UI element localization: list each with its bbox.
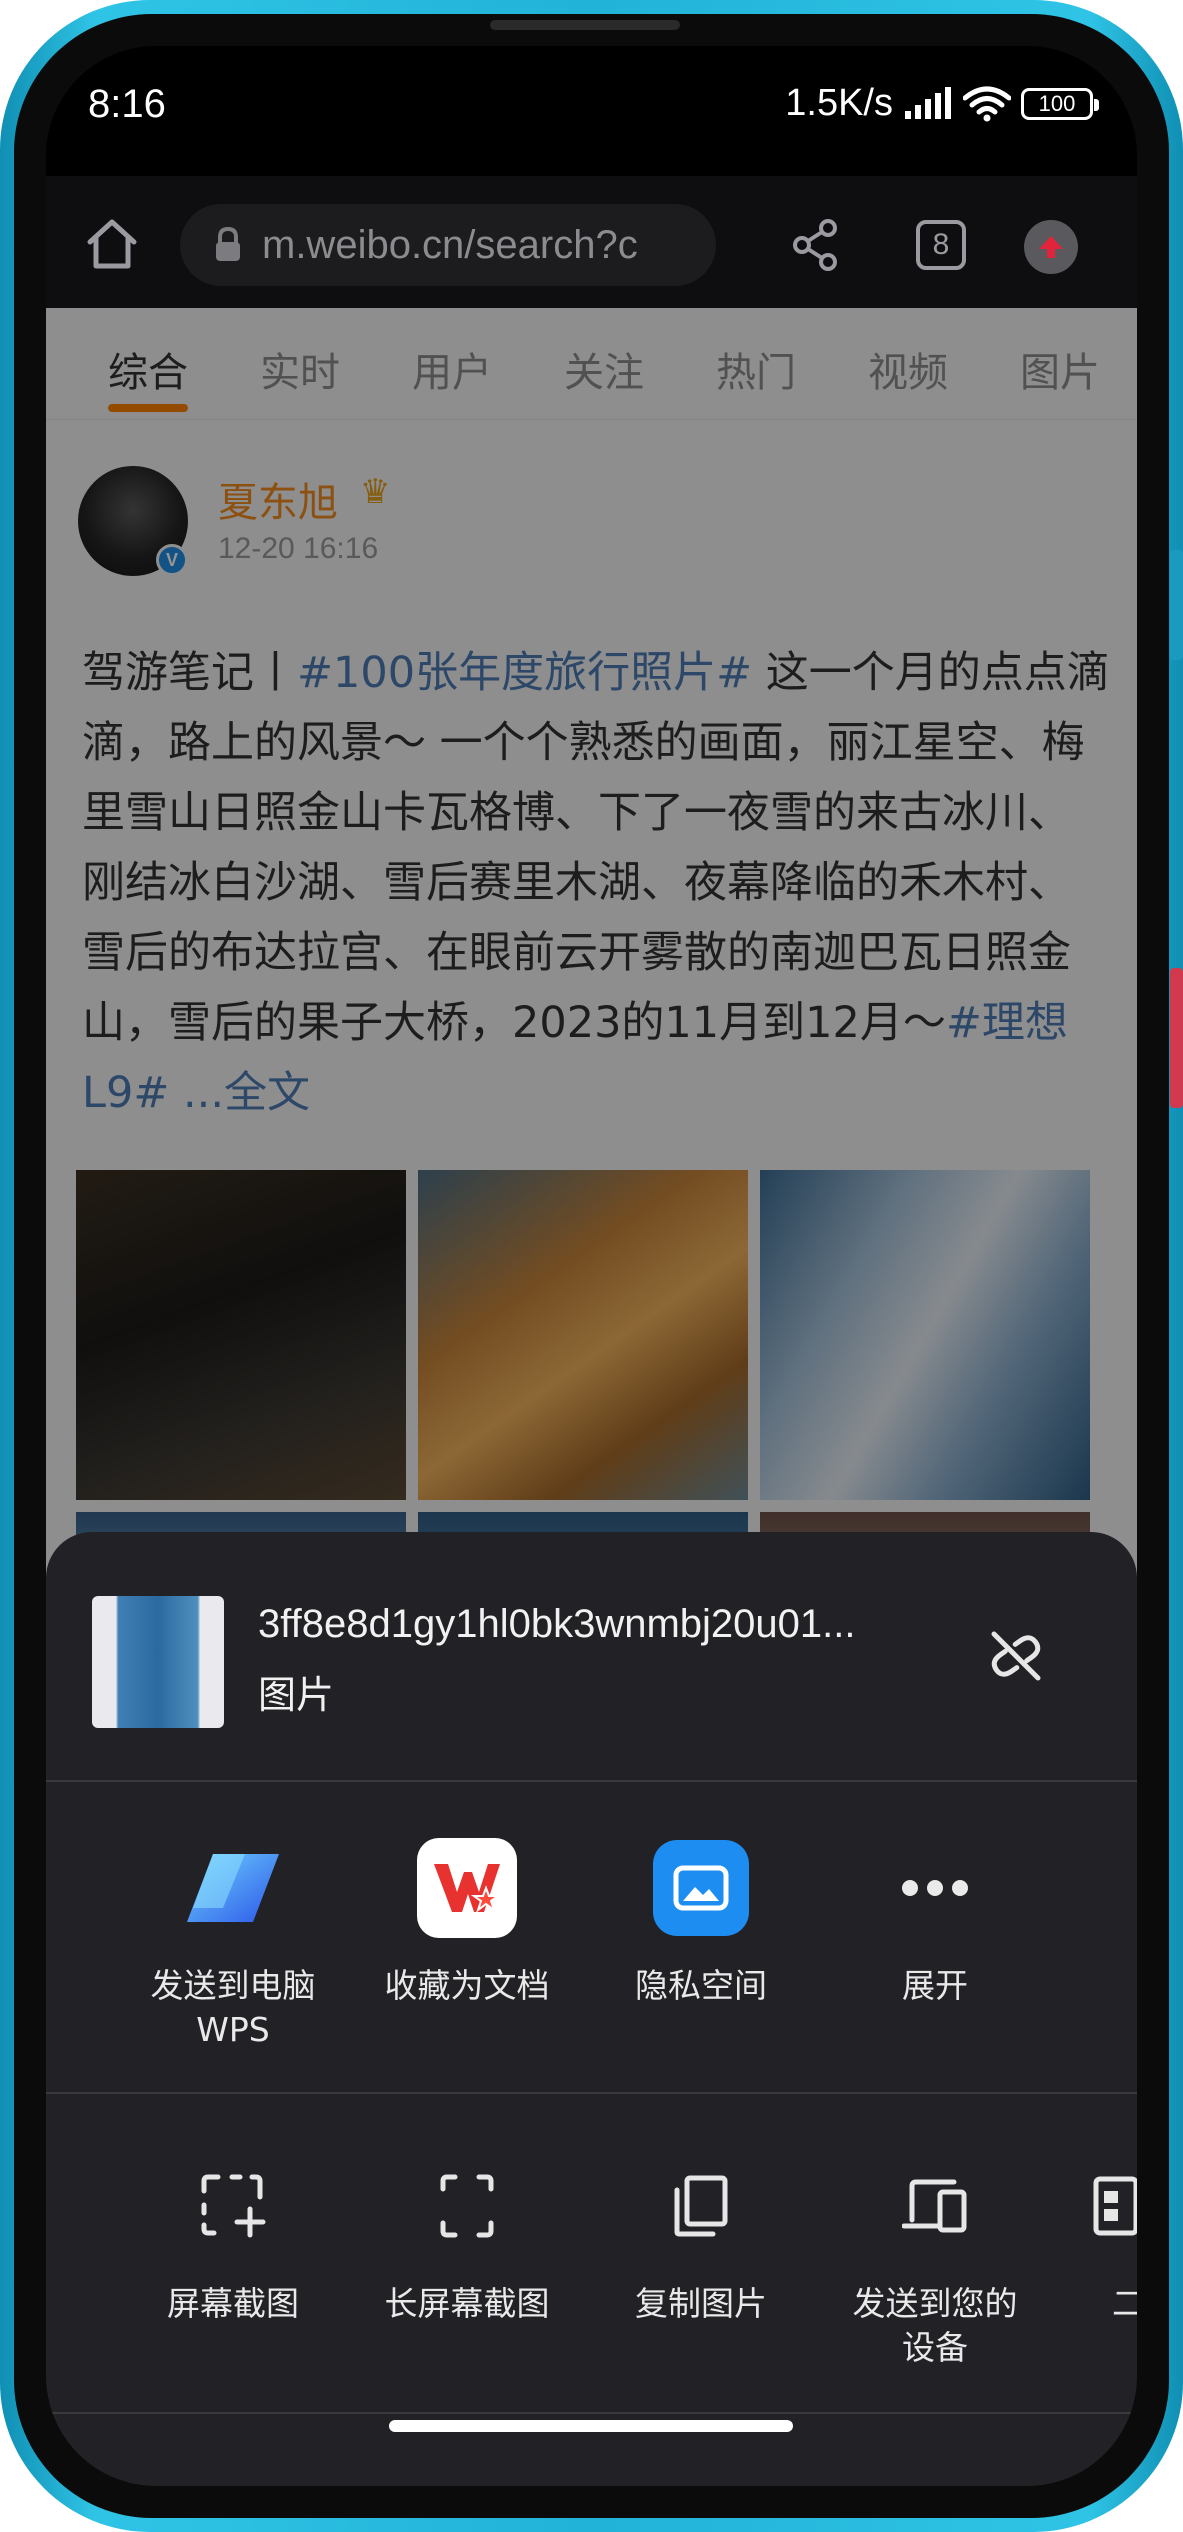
- private-space-button[interactable]: 隐私空间: [586, 1838, 816, 2008]
- private-space-icon: [653, 1840, 749, 1936]
- send-to-pc-wps-button[interactable]: 发送到电脑 WPS: [118, 1838, 348, 2052]
- action-label: 发送到您的 设备: [852, 2284, 1018, 2367]
- file-name: 3ff8e8d1gy1hl0bk3wnmbj20u01...: [258, 1602, 856, 1646]
- action-label: 屏幕截图: [167, 2284, 299, 2323]
- modal-scrim[interactable]: [46, 308, 1137, 1608]
- wps-office-icon: [417, 1838, 517, 1938]
- url-text: m.weibo.cn/search?c: [262, 222, 638, 267]
- address-bar[interactable]: m.weibo.cn/search?c: [180, 204, 716, 286]
- volume-button: [1170, 550, 1183, 660]
- power-button: [1170, 968, 1183, 1108]
- share-sheet: 3ff8e8d1gy1hl0bk3wnmbj20u01... 图片 发送到电脑 …: [46, 1532, 1137, 2486]
- status-bar: 8:16 1.5K/s 100: [46, 46, 1137, 176]
- lock-icon: [216, 227, 240, 261]
- screenshot-button[interactable]: 屏幕截图: [118, 2156, 348, 2326]
- save-as-document-button[interactable]: 收藏为文档: [352, 1838, 582, 2008]
- app-label: 收藏为文档: [384, 1966, 550, 2005]
- action-label: 复制图片: [635, 2284, 767, 2323]
- upload-button[interactable]: [1024, 220, 1078, 274]
- copy-image-icon: [651, 2156, 751, 2256]
- wps-send-icon: [183, 1838, 283, 1938]
- status-time: 8:16: [88, 82, 166, 126]
- send-to-device-icon: [885, 2156, 985, 2256]
- wifi-icon: [963, 86, 1011, 121]
- qr-code-button[interactable]: 二维: [1054, 2156, 1137, 2326]
- battery-level: 100: [1038, 90, 1076, 116]
- unlink-icon[interactable]: [984, 1624, 1048, 1688]
- signal-icon: [905, 86, 951, 119]
- file-thumbnail: [92, 1596, 224, 1728]
- screenshot-icon: [183, 2156, 283, 2256]
- battery-icon: 100: [1021, 87, 1099, 120]
- app-label: 隐私空间: [635, 1966, 767, 2005]
- app-label: 发送到电脑 WPS: [150, 1966, 316, 2049]
- more-icon: [885, 1838, 985, 1938]
- copy-image-button[interactable]: 复制图片: [586, 2156, 816, 2326]
- file-type: 图片: [258, 1673, 335, 1717]
- status-indicators: 1.5K/s 100: [785, 82, 1099, 125]
- app-label: 展开: [902, 1966, 968, 2005]
- long-screenshot-button[interactable]: 长屏幕截图: [352, 2156, 582, 2326]
- action-label: 长屏幕截图: [384, 2284, 550, 2323]
- qr-code-icon: [1090, 2156, 1137, 2256]
- share-icon[interactable]: [790, 218, 840, 272]
- shared-file-row: 3ff8e8d1gy1hl0bk3wnmbj20u01... 图片: [46, 1532, 1137, 1782]
- upload-arrow-icon: [1039, 236, 1063, 258]
- screen: 8:16 1.5K/s 100 m.weibo.cn/search?c 8 综合…: [46, 46, 1137, 2486]
- action-label: 二维: [1112, 2284, 1137, 2323]
- home-gesture-bar[interactable]: [389, 2420, 793, 2432]
- long-screenshot-icon: [417, 2156, 517, 2256]
- share-actions-row: 屏幕截图 长屏幕截图 复制图片 发送到您的 设备 二: [46, 2094, 1137, 2414]
- home-icon[interactable]: [84, 216, 140, 272]
- tab-count: 8: [932, 228, 950, 261]
- expand-button[interactable]: 展开: [820, 1838, 1050, 2008]
- earpiece-speaker: [490, 20, 680, 30]
- send-to-device-button[interactable]: 发送到您的 设备: [820, 2156, 1050, 2370]
- network-speed: 1.5K/s: [785, 82, 893, 124]
- tab-count-button[interactable]: 8: [916, 220, 966, 270]
- share-apps-row: 发送到电脑 WPS 收藏为文档 隐私空间 展开: [46, 1782, 1137, 2094]
- browser-toolbar: m.weibo.cn/search?c 8: [46, 176, 1137, 308]
